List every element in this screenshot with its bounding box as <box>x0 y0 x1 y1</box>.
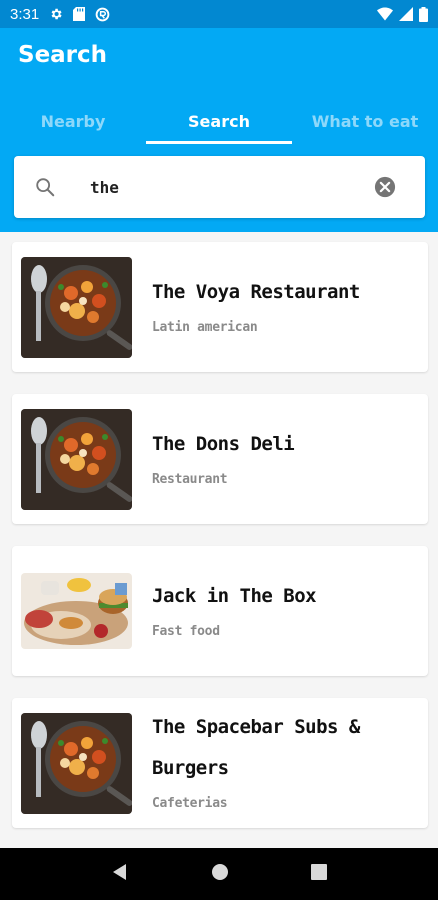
results-list: The Voya Restaurant Latin american The D… <box>0 232 438 848</box>
signal-icon <box>399 7 413 21</box>
restaurant-category: Fast food <box>152 624 220 639</box>
dish-skillet-image <box>21 409 132 510</box>
dish-skillet-image <box>21 713 132 814</box>
restaurant-category: Cafeterias <box>152 796 228 811</box>
dish-skillet-image <box>21 257 132 358</box>
status-bar: 3:31 <box>0 0 438 28</box>
status-time: 3:31 <box>10 5 40 23</box>
page-title: Search <box>18 42 108 68</box>
data-saver-icon <box>95 7 110 22</box>
recents-icon[interactable] <box>311 864 327 884</box>
list-item[interactable]: The Spacebar Subs & Burgers Cafeterias <box>12 698 428 828</box>
list-item[interactable]: Jack in The Box Fast food <box>12 546 428 676</box>
search-icon[interactable] <box>34 176 56 202</box>
clear-icon[interactable] <box>374 176 396 202</box>
system-nav-bar <box>0 848 438 900</box>
restaurant-category: Restaurant <box>152 472 228 487</box>
list-item[interactable]: The Voya Restaurant Latin american <box>12 242 428 372</box>
restaurant-name: Jack in The Box <box>152 585 317 607</box>
app-bar: Search Nearby Search What to eat <box>0 28 438 232</box>
settings-icon <box>49 7 63 21</box>
search-input[interactable] <box>90 174 360 200</box>
home-icon[interactable] <box>211 863 229 885</box>
restaurant-name: The Dons Deli <box>152 433 295 455</box>
back-icon[interactable] <box>111 863 129 885</box>
tab-what-to-eat[interactable]: What to eat <box>292 98 438 144</box>
battery-icon <box>419 6 428 22</box>
restaurant-category: Latin american <box>152 320 258 335</box>
restaurant-name: The Voya Restaurant <box>152 281 360 303</box>
list-item[interactable]: The Dons Deli Restaurant <box>12 394 428 524</box>
wifi-icon <box>377 7 393 21</box>
tab-search[interactable]: Search <box>146 98 292 144</box>
search-box <box>14 156 425 218</box>
tab-nearby[interactable]: Nearby <box>0 98 146 144</box>
burger-platter-image <box>21 573 132 649</box>
sd-card-icon <box>73 7 86 21</box>
restaurant-name: The Spacebar Subs & Burgers <box>152 716 360 779</box>
tab-bar: Nearby Search What to eat <box>0 98 438 144</box>
